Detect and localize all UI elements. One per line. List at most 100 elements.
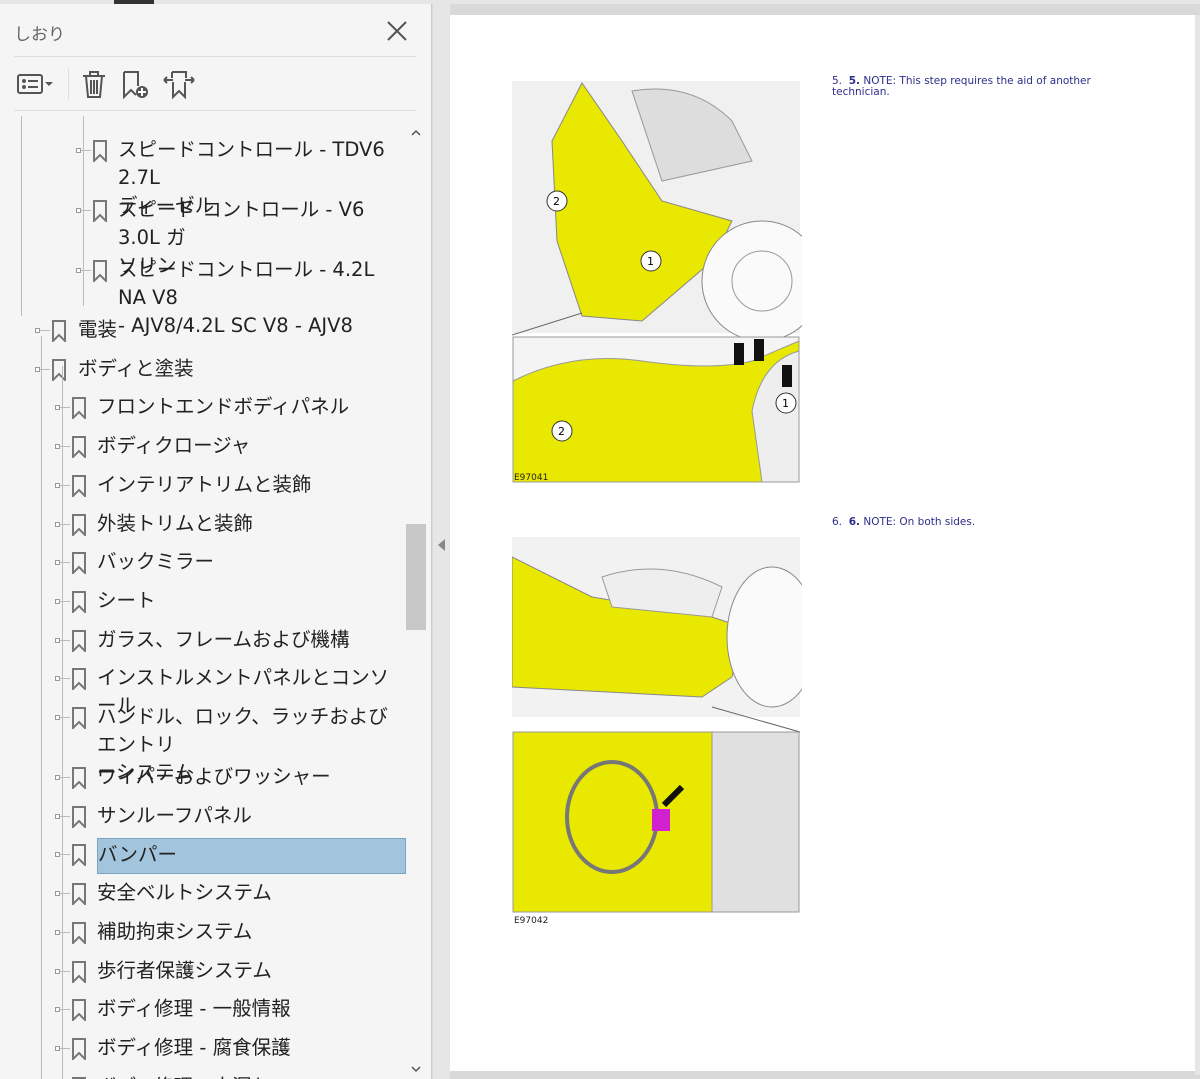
scroll-down-icon[interactable] bbox=[410, 1066, 422, 1074]
bookmark-icon bbox=[93, 260, 107, 282]
new-bookmark-icon[interactable] bbox=[120, 68, 152, 100]
bookmark-item[interactable]: インテリアトリムと装飾 bbox=[14, 471, 406, 510]
label-line: ボディ修理 - 水漏れ bbox=[97, 1073, 406, 1079]
figure-e97041: 2 1 2 1 E97041 bbox=[512, 81, 802, 483]
bookmark-item[interactable]: ワイパーおよびワッシャー bbox=[14, 763, 406, 802]
scrollbar-thumb[interactable] bbox=[406, 524, 426, 630]
bookmark-icon bbox=[72, 707, 86, 729]
expand-bookmark-icon[interactable] bbox=[162, 68, 196, 100]
bookmark-item[interactable]: ハンドル、ロック、ラッチおよびエントリ ーシステム bbox=[14, 703, 406, 784]
bookmark-item[interactable]: ボディと塗装 bbox=[14, 355, 406, 394]
bookmark-item[interactable]: 安全ベルトシステム bbox=[14, 879, 406, 918]
bookmark-item[interactable]: 歩行者保護システム bbox=[14, 957, 406, 996]
bookmark-item[interactable]: バックミラー bbox=[14, 548, 406, 587]
bookmark-item[interactable]: フロントエンドボディパネル bbox=[14, 393, 406, 432]
callout-1: 1 bbox=[647, 255, 654, 268]
document-scrollbar[interactable] bbox=[1195, 15, 1200, 1075]
bookmark-item[interactable]: シート bbox=[14, 587, 406, 626]
bookmark-tree: スピードコントロール - TDV6 2.7L ディーゼル スピード コントロール -… bbox=[14, 116, 406, 1079]
label-line: サンルーフパネル bbox=[97, 803, 252, 827]
svg-text:1: 1 bbox=[782, 397, 789, 410]
bookmark-label: シート bbox=[97, 587, 406, 615]
bookmark-label: 電装 bbox=[78, 316, 406, 344]
figure-e97042: E97042 bbox=[512, 537, 802, 926]
bookmark-label: ボディ修理 - 水漏れ bbox=[97, 1073, 406, 1079]
label-line: 補助拘束システム bbox=[97, 919, 253, 943]
collapse-arrow-icon[interactable] bbox=[437, 538, 446, 552]
tree-connector bbox=[40, 330, 50, 331]
bookmark-item[interactable]: ガラス、フレームおよび機構 bbox=[14, 626, 406, 665]
tree-guide bbox=[21, 116, 22, 316]
bookmark-label: ボディ修理 - 一般情報 bbox=[97, 995, 406, 1023]
label-line: ガラス、フレームおよび機構 bbox=[97, 627, 350, 651]
bookmark-label: ワイパーおよびワッシャー bbox=[97, 763, 406, 791]
label-line: シート bbox=[97, 588, 156, 612]
label-line: インテリアトリムと装飾 bbox=[97, 472, 312, 496]
bookmark-icon bbox=[72, 921, 86, 944]
figure-id: E97041 bbox=[514, 473, 548, 483]
bookmark-item[interactable]: スピード コントロール - V6 3.0L ガソリン bbox=[14, 196, 406, 277]
label-line: ハンドル、ロック、ラッチおよびエントリ bbox=[97, 705, 388, 756]
bookmark-item[interactable]: 電装 bbox=[14, 316, 406, 355]
tree-guide bbox=[83, 116, 84, 306]
bookmark-label: ガラス、フレームおよび機構 bbox=[97, 626, 406, 654]
label-line: 安全ベルトシステム bbox=[97, 881, 272, 905]
bookmark-icon bbox=[93, 140, 107, 162]
bookmark-icon bbox=[72, 397, 86, 420]
bookmark-icon bbox=[72, 960, 86, 983]
bookmark-label: 外装トリムと装飾 bbox=[97, 510, 406, 538]
bookmark-item[interactable]: スピードコントロール - 4.2L NA V8- AJV8/4.2L SC V8… bbox=[14, 256, 406, 337]
label-line: フロントエンドボディパネル bbox=[97, 395, 350, 419]
bookmark-icon bbox=[72, 590, 86, 613]
bookmark-icon bbox=[72, 552, 86, 575]
bookmark-icon bbox=[72, 883, 86, 906]
panel-title: しおり bbox=[14, 25, 65, 45]
bookmark-item[interactable]: ボディ修理 - 水漏れ bbox=[14, 1073, 406, 1079]
toolbar-separator bbox=[68, 68, 69, 100]
svg-text:2: 2 bbox=[558, 425, 565, 438]
bookmark-label: バックミラー bbox=[97, 548, 406, 576]
close-icon[interactable] bbox=[384, 18, 410, 44]
label-line: スピード コントロール - V6 3.0L ガ bbox=[118, 198, 365, 249]
tree-guide bbox=[41, 336, 42, 1079]
bookmark-item[interactable]: スピードコントロール - TDV6 2.7L ディーゼル bbox=[14, 136, 406, 217]
bookmark-icon bbox=[72, 999, 86, 1022]
bookmark-icon bbox=[52, 320, 66, 342]
bookmark-item[interactable]: 補助拘束システム bbox=[14, 918, 406, 957]
bookmark-label: ボディクロージャ bbox=[97, 432, 406, 460]
bookmark-icon bbox=[52, 358, 66, 381]
bookmark-label: 補助拘束システム bbox=[97, 918, 406, 946]
bookmark-label: ボディと塗装 bbox=[78, 355, 406, 383]
bookmark-label: バンパー bbox=[97, 838, 406, 875]
trash-icon[interactable] bbox=[80, 68, 108, 100]
divider bbox=[14, 56, 416, 57]
bookmark-item[interactable]: サンルーフパネル bbox=[14, 802, 406, 841]
panel-collapse-bar[interactable] bbox=[433, 4, 450, 1079]
options-menu-icon[interactable] bbox=[16, 68, 56, 100]
bookmark-item[interactable]: ボディ修理 - 一般情報 bbox=[14, 995, 406, 1034]
label-line: バンパー bbox=[98, 843, 177, 867]
scroll-up-icon[interactable] bbox=[410, 128, 422, 136]
callout-2: 2 bbox=[553, 195, 560, 208]
bookmark-icon bbox=[72, 767, 86, 789]
label-line: ボディと塗装 bbox=[78, 356, 194, 380]
step-5-note: 5. 5. NOTE: This step requires the aid o… bbox=[832, 75, 1091, 98]
bookmark-icon bbox=[93, 200, 107, 222]
bookmark-label: サンルーフパネル bbox=[97, 802, 406, 830]
bookmark-item[interactable]: 外装トリムと装飾 bbox=[14, 510, 406, 549]
bookmark-icon bbox=[72, 844, 86, 867]
bookmark-icon bbox=[72, 513, 86, 536]
bookmark-item[interactable]: インストルメントパネルとコンソール bbox=[14, 664, 406, 717]
tree-guide bbox=[62, 366, 63, 1079]
bookmark-icon bbox=[72, 1037, 86, 1060]
bookmark-icon bbox=[72, 629, 86, 652]
bookmark-item[interactable]: ボディクロージャ bbox=[14, 432, 406, 471]
label-line: 歩行者保護システム bbox=[97, 958, 272, 982]
label-line: 電装 bbox=[78, 318, 118, 341]
bookmark-item[interactable]: ボディ修理 - 腐食保護 bbox=[14, 1034, 406, 1073]
label-line: ボディ修理 - 一般情報 bbox=[97, 997, 291, 1021]
step-6-note: 6. 6. NOTE: On both sides. bbox=[832, 516, 976, 528]
bookmark-item[interactable]: バンパー bbox=[14, 838, 406, 879]
bookmark-icon bbox=[72, 805, 86, 828]
label-line: ワイパーおよびワッシャー bbox=[97, 765, 331, 788]
